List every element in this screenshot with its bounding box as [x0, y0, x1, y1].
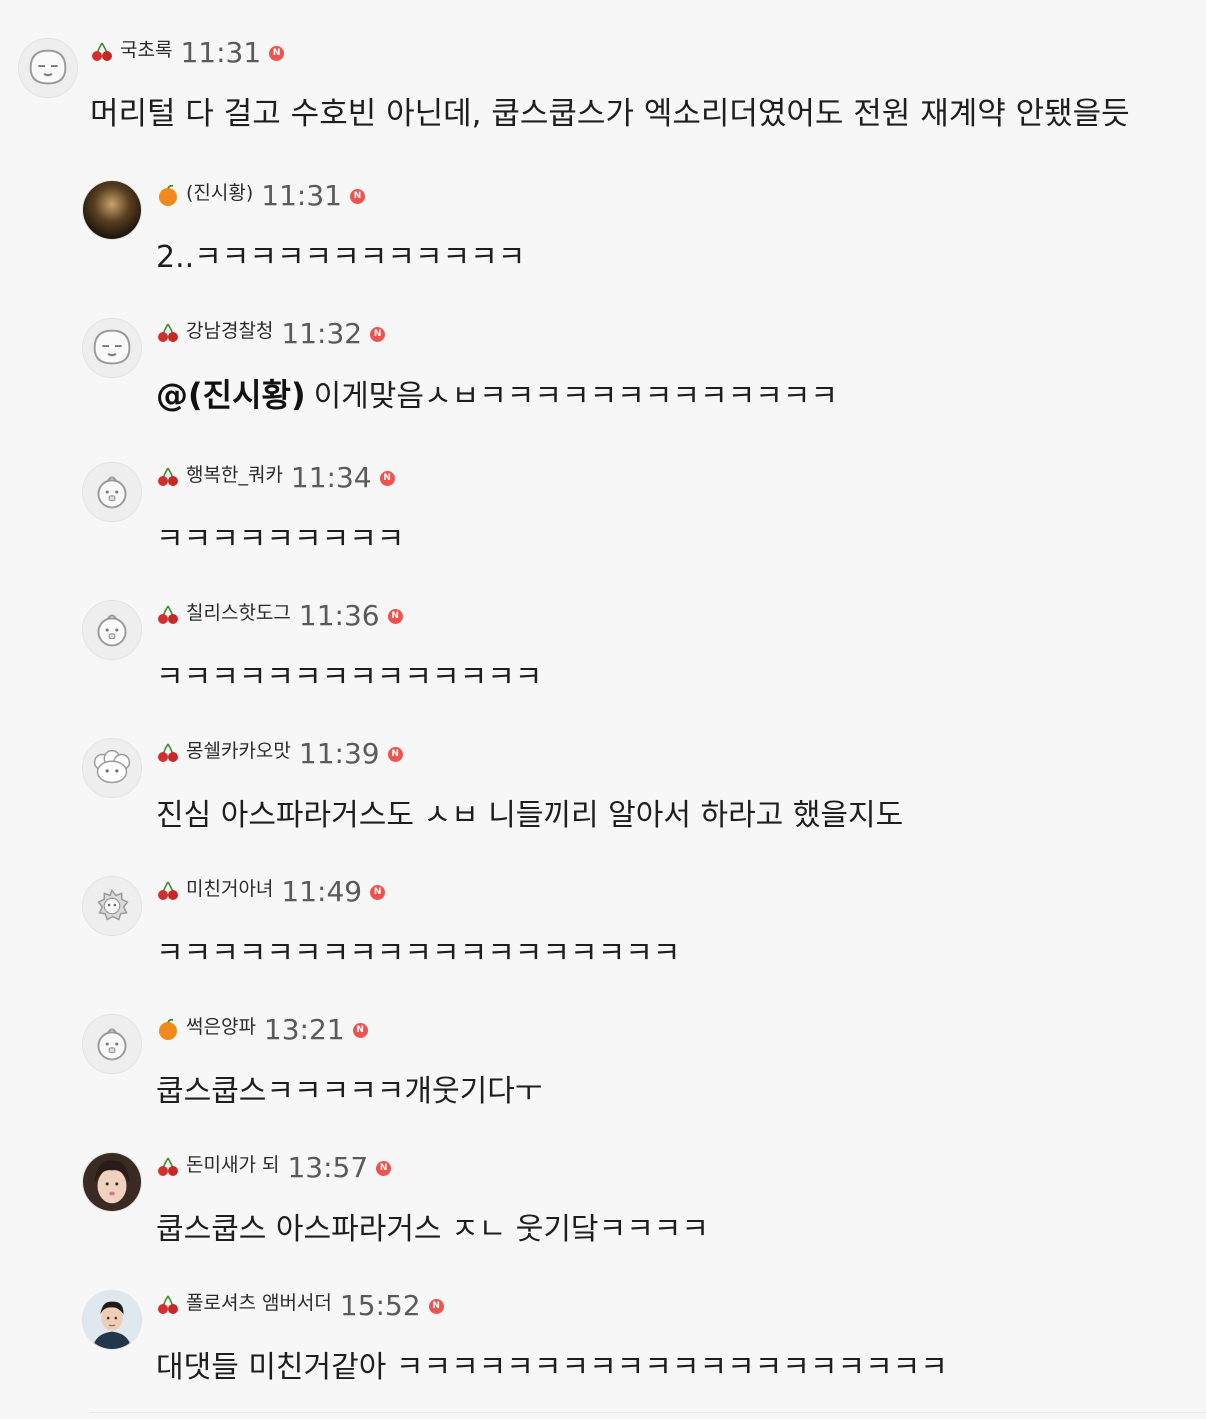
comment-time: 11:34 [290, 460, 372, 494]
comment-nickname[interactable]: 돈미새가 되 [186, 1150, 279, 1177]
photo-avatar-girl-icon [83, 1153, 141, 1211]
cherry-icon [156, 321, 180, 345]
new-icon: N [370, 884, 386, 900]
avatar[interactable] [82, 1014, 142, 1074]
new-icon: N [387, 746, 403, 762]
default-avatar-icon [83, 601, 141, 659]
comment-body: 머리털 다 걸고 수호빈 아닌데, 쿱스쿱스가 엑소리더였어도 전원 재계약 안… [90, 96, 1130, 132]
avatar[interactable] [82, 180, 142, 240]
default-avatar-icon [83, 463, 141, 521]
comment-nickname[interactable]: 몽쉘카카오맛 [186, 736, 291, 763]
avatar[interactable] [82, 1290, 142, 1350]
mention-link[interactable]: @(진시황) [156, 376, 306, 414]
comment-nickname[interactable]: 국초록 [120, 35, 172, 62]
orange-icon [156, 183, 180, 207]
comment-body: ㅋㅋㅋㅋㅋㅋㅋㅋㅋㅋㅋㅋㅋㅋ [156, 660, 543, 695]
avatar[interactable] [82, 600, 142, 660]
default-avatar-icon [83, 319, 141, 377]
default-avatar-icon [19, 39, 77, 97]
comment-time: 11:49 [281, 874, 363, 908]
cherry-icon [156, 465, 180, 489]
sheep-avatar-icon [83, 739, 141, 797]
cherry-icon [156, 1155, 180, 1179]
avatar[interactable] [82, 462, 142, 522]
avatar[interactable] [82, 738, 142, 798]
comment-time: 11:39 [298, 736, 380, 770]
comment-nickname[interactable]: (진시황) [186, 178, 253, 205]
comment-body: 진심 아스파라거스도 ㅅㅂ 니들끼리 알아서 하라고 했을지도 [156, 798, 904, 833]
new-icon: N [379, 470, 395, 486]
avatar[interactable] [18, 38, 78, 98]
comment-body: 2..ㅋㅋㅋㅋㅋㅋㅋㅋㅋㅋㅋㅋ [156, 240, 526, 275]
lion-avatar-icon [83, 877, 141, 935]
comment-body: 쿱스쿱스 아스파라거스 ㅈㄴ 웃기닼ㅋㅋㅋㅋ [156, 1212, 710, 1247]
comment-time: 11:31 [180, 35, 262, 69]
photo-avatar-dark-icon [83, 181, 141, 239]
comment-nickname[interactable]: 강남경찰청 [186, 316, 273, 343]
divider [90, 1412, 1206, 1413]
default-avatar-icon [83, 1015, 141, 1073]
new-icon: N [376, 1160, 392, 1176]
comment-nickname[interactable]: 행복한_쿼카 [186, 460, 283, 487]
avatar[interactable] [82, 318, 142, 378]
comment-text: 이게맞음ㅅㅂㅋㅋㅋㅋㅋㅋㅋㅋㅋㅋㅋㅋㅋ [313, 379, 838, 414]
comment-body: 쿱스쿱스ㅋㅋㅋㅋㅋ개웃기다ㅜ [156, 1074, 543, 1109]
comment-body: ㅋㅋㅋㅋㅋㅋㅋㅋㅋㅋㅋㅋㅋㅋㅋㅋㅋㅋㅋ [156, 936, 681, 971]
cherry-icon [156, 603, 180, 627]
comment-body: ㅋㅋㅋㅋㅋㅋㅋㅋㅋ [156, 522, 405, 557]
comment-nickname[interactable]: 칠리스핫도그 [186, 598, 291, 625]
avatar[interactable] [82, 1152, 142, 1212]
comment-nickname[interactable]: 미친거아녀 [186, 874, 273, 901]
comment-time: 13:57 [287, 1150, 369, 1184]
new-icon: N [269, 45, 285, 61]
new-icon: N [428, 1298, 444, 1314]
new-icon: N [349, 188, 365, 204]
comment-time: 15:52 [339, 1288, 421, 1322]
new-icon: N [387, 608, 403, 624]
orange-icon [156, 1017, 180, 1041]
comment-time: 11:36 [298, 598, 380, 632]
cherry-icon [156, 879, 180, 903]
comment-body: 대댓들 미친거같아 ㅋㅋㅋㅋㅋㅋㅋㅋㅋㅋㅋㅋㅋㅋㅋㅋㅋㅋㅋㅋ [156, 1350, 948, 1385]
comment-nickname[interactable]: 폴로셔츠 앰버서더 [186, 1288, 332, 1315]
comment-time: 11:31 [261, 178, 342, 212]
photo-avatar-man-icon [83, 1291, 141, 1349]
new-icon: N [370, 326, 386, 342]
comment-time: 11:32 [281, 316, 363, 350]
cherry-icon [90, 40, 114, 64]
comment-body: @(진시황) 이게맞음ㅅㅂㅋㅋㅋㅋㅋㅋㅋㅋㅋㅋㅋㅋㅋ [156, 370, 838, 416]
avatar[interactable] [82, 876, 142, 936]
cherry-icon [156, 1293, 180, 1317]
comment-time: 13:21 [263, 1012, 345, 1046]
new-icon: N [352, 1022, 368, 1038]
cherry-icon [156, 741, 180, 765]
comment-nickname[interactable]: 썩은양파 [186, 1012, 256, 1039]
